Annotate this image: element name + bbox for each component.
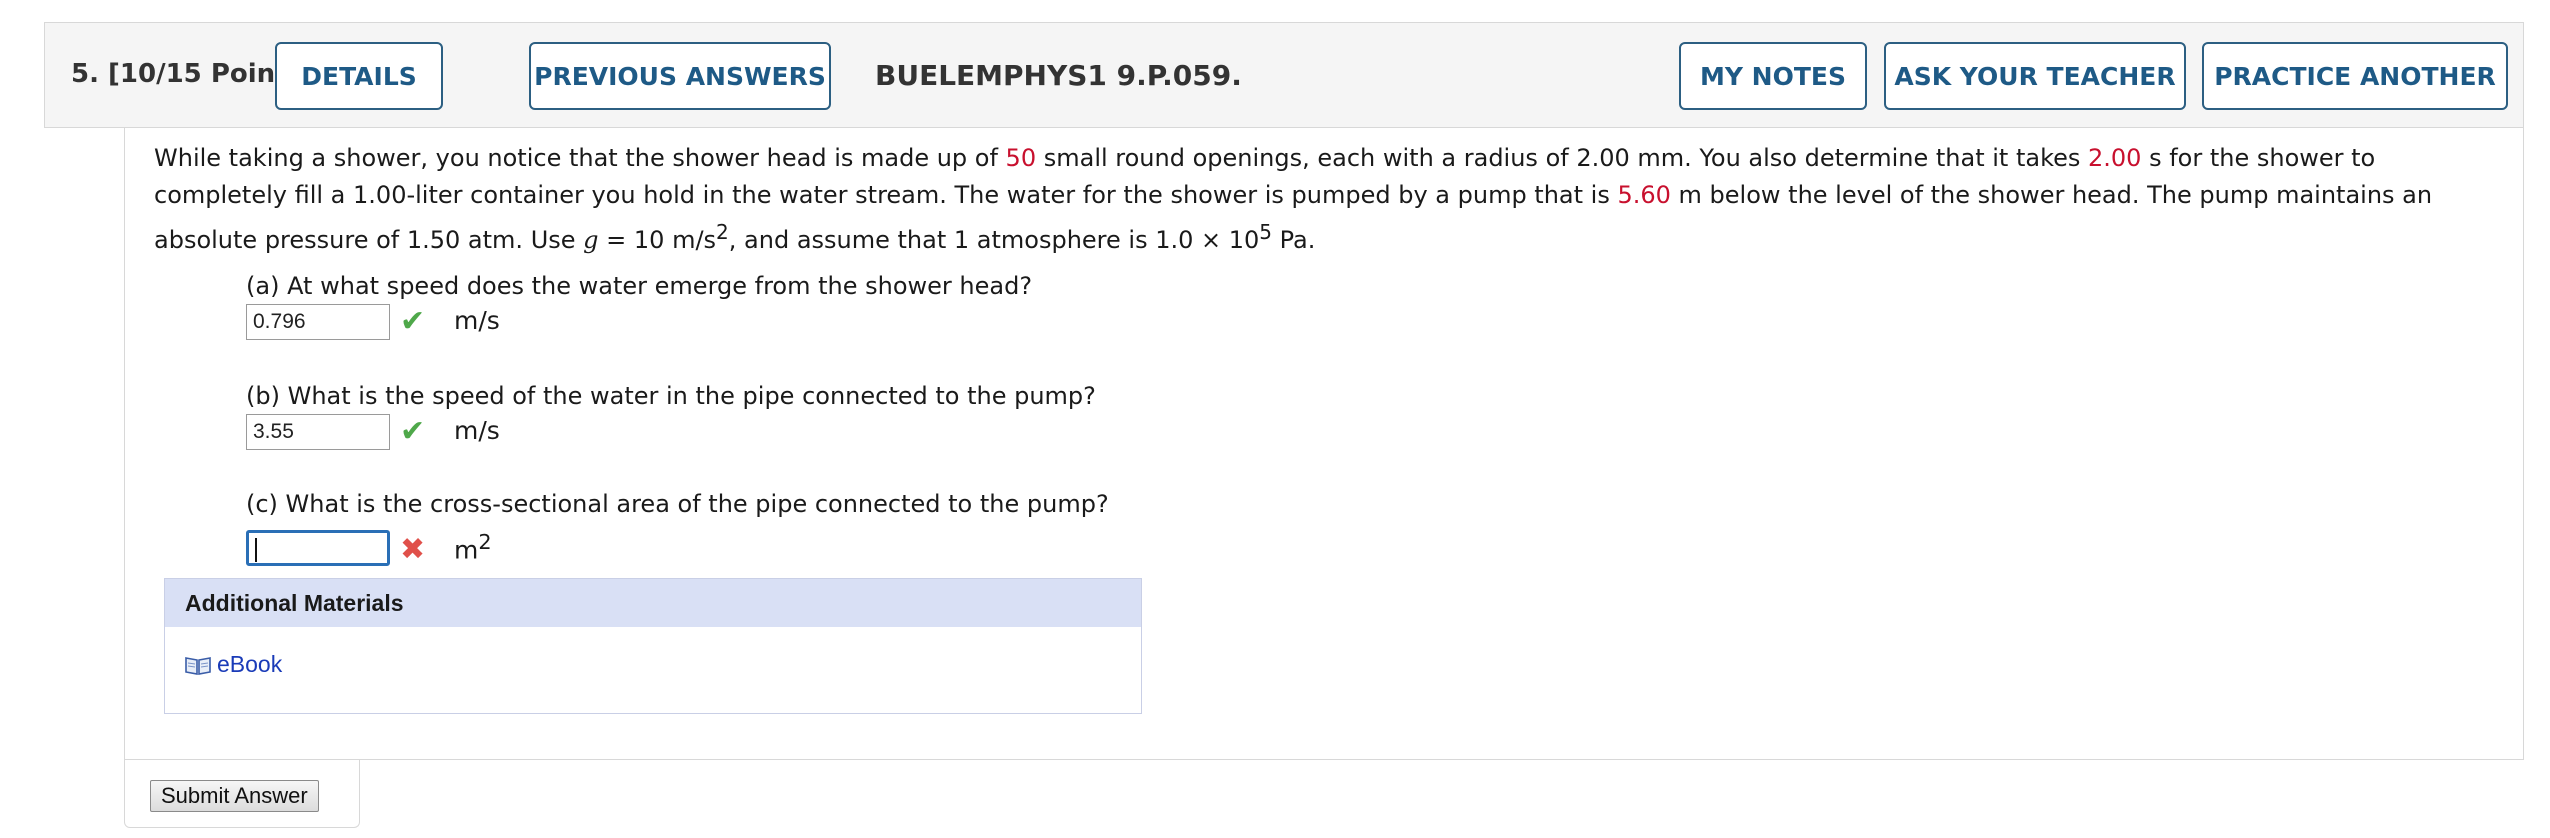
ebook-label[interactable]: eBook [217,651,282,678]
problem-statement: While taking a shower, you notice that t… [154,144,2433,254]
ask-your-teacher-button[interactable]: ASK YOUR TEACHER [1884,42,2186,110]
correct-check-icon: ✔ [400,304,426,339]
question-header: 5. [10/15 Points] DETAILS PREVIOUS ANSWE… [44,22,2524,128]
openings-value: 50 [1005,144,1037,172]
incorrect-x-icon: ✖ [400,532,426,567]
previous-answers-button[interactable]: PREVIOUS ANSWERS [529,42,831,110]
book-icon [185,656,211,675]
part-b-question: (b) What is the speed of the water in th… [246,382,1096,410]
question-id: BUELEMPHYS1 9.P.059. [875,59,1242,92]
correct-check-icon: ✔ [400,414,426,449]
my-notes-button[interactable]: MY NOTES [1679,42,1867,110]
submit-answer-button[interactable]: Submit Answer [150,780,319,812]
depth-value: 5.60 [1617,181,1671,209]
practice-another-button[interactable]: PRACTICE ANOTHER [2202,42,2508,110]
part-b-unit: m/s [454,416,500,445]
additional-materials-panel: Additional Materials eBook [164,578,1142,714]
part-c-unit: m2 [454,530,492,565]
time-value: 2.00 [2088,144,2142,172]
part-a-answer-input[interactable]: 0.796 [246,304,390,340]
part-c-answer-input[interactable] [246,530,390,566]
additional-materials-title: Additional Materials [165,579,1141,627]
part-c-question: (c) What is the cross-sectional area of … [246,490,1109,518]
ebook-link[interactable]: eBook [185,651,282,678]
part-b-answer-input[interactable]: 3.55 [246,414,390,450]
part-a-question: (a) At what speed does the water emerge … [246,272,1033,300]
part-a-unit: m/s [454,306,500,335]
text-caret [255,538,257,563]
details-button[interactable]: DETAILS [275,42,443,110]
